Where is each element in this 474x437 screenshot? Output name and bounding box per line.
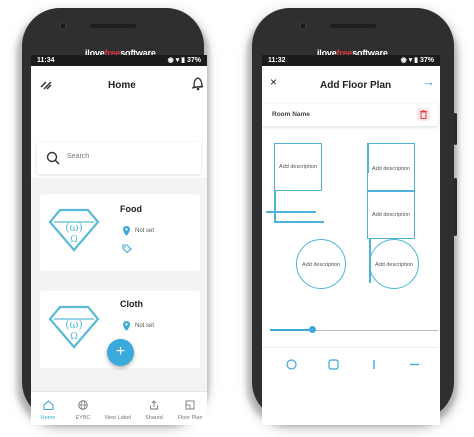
left-phone: ilovefreesoftware 11:34 ◉ ▾ ▮ 37% Home S…: [22, 8, 207, 425]
share-icon: [150, 400, 158, 410]
search-input[interactable]: Search: [67, 153, 89, 160]
power-button: [454, 113, 457, 145]
menu-slanted-icon[interactable]: [40, 78, 52, 90]
globe-icon: [78, 400, 88, 410]
bottom-nav: Home EYBC New Label Shared Floor Plan: [31, 391, 207, 425]
room-shape[interactable]: Add description: [367, 143, 415, 191]
item-location: Not set: [135, 228, 155, 234]
status-bar: 11:32 ◉ ▾ ▮ 37%: [262, 55, 440, 66]
front-camera: [59, 22, 67, 30]
room-description[interactable]: Add description: [368, 212, 414, 218]
list-item[interactable]: (ω) Ω Food Not set: [40, 194, 200, 271]
trash-icon: [420, 110, 427, 119]
page-title: Home: [108, 80, 136, 91]
shape-tools-bar: [262, 347, 438, 381]
item-name: Cloth: [120, 299, 143, 309]
room-description[interactable]: Add description: [297, 262, 345, 268]
right-phone: ilovefreesoftware 11:32 ◉ ▾ ▮ 37% × Add …: [252, 8, 457, 425]
svg-text:(ω): (ω): [65, 318, 83, 331]
tag-icon[interactable]: [122, 244, 132, 253]
earpiece-speaker: [90, 24, 136, 28]
right-screen: 11:32 ◉ ▾ ▮ 37% × Add Floor Plan → Room …: [262, 55, 440, 425]
item-location: Not set: [135, 323, 155, 329]
room-shape[interactable]: Add description: [274, 143, 322, 191]
dash-tool-icon[interactable]: [409, 363, 420, 366]
delete-button[interactable]: [417, 108, 430, 121]
svg-text:Ω: Ω: [70, 235, 77, 245]
left-screen: 11:34 ◉ ▾ ▮ 37% Home Search (ω) Ω Food N…: [31, 55, 207, 425]
room-shape[interactable]: Add description: [367, 191, 415, 239]
location-pin-icon: [123, 226, 130, 236]
zoom-slider[interactable]: [262, 325, 440, 337]
circle-tool-icon[interactable]: [286, 359, 297, 370]
volume-button: [454, 178, 457, 236]
room-name-label: Room Name: [272, 111, 310, 118]
front-camera: [299, 22, 307, 30]
square-tool-icon[interactable]: [328, 359, 339, 370]
room-description[interactable]: Add description: [275, 164, 321, 170]
line-tool-icon[interactable]: [372, 359, 376, 370]
svg-text:(ω): (ω): [65, 221, 83, 234]
wall-line[interactable]: [274, 191, 276, 221]
status-icons: ◉ ▾ ▮ 37%: [400, 57, 434, 64]
search-bar[interactable]: Search: [37, 142, 201, 174]
home-icon: [43, 400, 54, 410]
diamond-logo-icon: (ω) Ω: [48, 305, 100, 349]
wall-line[interactable]: [274, 221, 324, 223]
close-button[interactable]: ×: [270, 75, 277, 89]
add-label-button[interactable]: +: [107, 339, 134, 366]
slider-fill: [270, 329, 312, 331]
wall-line[interactable]: [266, 211, 316, 213]
room-description[interactable]: Add description: [370, 262, 418, 268]
next-button[interactable]: →: [422, 74, 435, 89]
status-icons: ◉ ▾ ▮ 37%: [167, 57, 201, 64]
room-name-field[interactable]: Room Name: [262, 104, 438, 126]
circle-shape[interactable]: Add description: [296, 239, 346, 289]
page-title: Add Floor Plan: [320, 80, 392, 91]
diamond-logo-icon: (ω) Ω: [48, 208, 100, 252]
search-icon: [46, 151, 60, 165]
earpiece-speaker: [330, 24, 376, 28]
floor-plan-canvas[interactable]: Add description Add description Add desc…: [262, 127, 440, 307]
room-description[interactable]: Add description: [368, 166, 414, 172]
bell-icon[interactable]: [191, 76, 204, 91]
floorplan-icon: [185, 400, 195, 410]
status-bar: 11:34 ◉ ▾ ▮ 37%: [31, 55, 207, 66]
item-name: Food: [120, 204, 142, 214]
circle-shape[interactable]: Add description: [369, 239, 419, 289]
location-pin-icon: [123, 321, 130, 331]
slider-thumb[interactable]: [308, 326, 316, 333]
svg-text:Ω: Ω: [70, 332, 77, 342]
